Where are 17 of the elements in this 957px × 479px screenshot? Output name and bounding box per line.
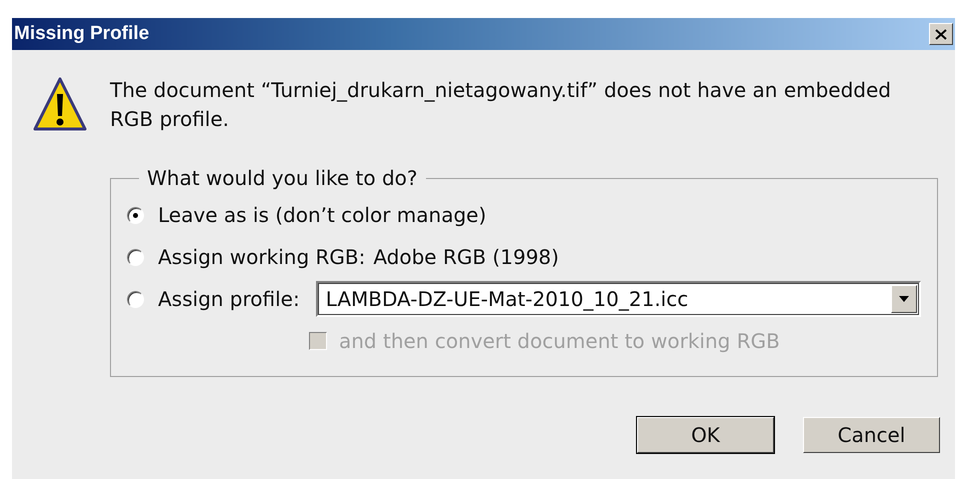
close-button[interactable]	[929, 23, 953, 45]
checkbox-label: and then convert document to working RGB	[339, 329, 780, 353]
window-title: Missing Profile	[14, 23, 150, 45]
dropdown-arrow-icon	[898, 296, 909, 302]
group-legend: What would you like to do?	[139, 166, 426, 190]
option-label: Assign profile:	[158, 287, 300, 311]
ok-button[interactable]: OK	[637, 417, 774, 453]
working-profile-name: Adobe RGB (1998)	[373, 245, 559, 269]
radio-button[interactable]	[127, 248, 144, 266]
option-label: Leave as is (don’t color manage)	[158, 203, 486, 227]
message-text: The document “Turniej_drukarn_nietagowany.tif” does not have an embedded RGB profile.	[110, 77, 892, 133]
option-label: Assign working RGB:	[158, 245, 366, 269]
close-icon	[935, 28, 947, 40]
radio-button[interactable]	[127, 206, 144, 224]
profile-dropdown[interactable]: LAMBDA-DZ-UE-Mat-2010_10_21.icc	[316, 281, 921, 317]
radio-button[interactable]	[127, 290, 144, 308]
cancel-button[interactable]: Cancel	[803, 417, 940, 453]
